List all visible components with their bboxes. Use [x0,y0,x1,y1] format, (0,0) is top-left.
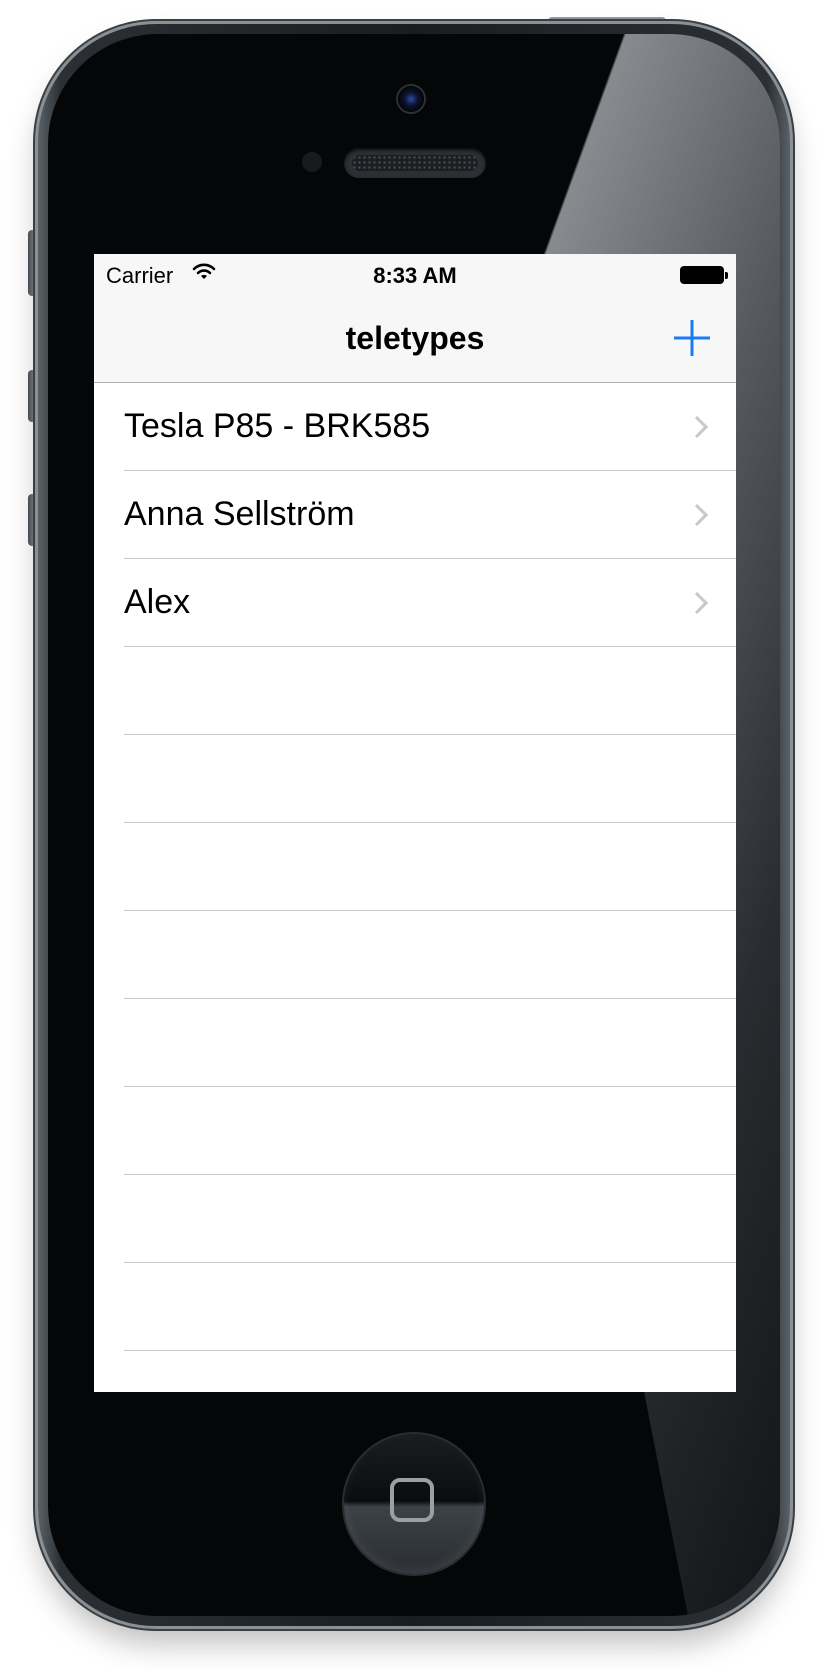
earpiece-speaker [344,148,486,178]
plus-icon [674,320,710,356]
battery-icon [680,266,728,284]
status-bar: Carrier 8:33 AM [94,254,736,296]
list-item[interactable]: Tesla P85 - BRK585 [94,383,736,471]
home-button[interactable] [344,1434,484,1574]
home-square-icon [390,1478,434,1522]
list-item-label: Anna Sellström [124,495,355,533]
navigation-bar: teletypes [94,296,736,383]
list-item-label: Alex [124,583,191,621]
app-screen: Carrier 8:33 AM teletypes Tesla P85 - BR… [94,254,736,1392]
empty-row [94,1175,736,1263]
empty-row [94,911,736,999]
empty-row [94,1263,736,1351]
list-item-label: Tesla P85 - BRK585 [124,407,431,445]
teletype-list: Tesla P85 - BRK585 Anna Sellström Alex [94,383,736,1351]
list-item[interactable]: Alex [94,559,736,647]
list-item[interactable]: Anna Sellström [94,471,736,559]
add-button[interactable] [670,316,714,360]
proximity-sensor [302,152,322,172]
chevron-right-icon [694,415,708,439]
empty-row [94,823,736,911]
empty-row [94,1087,736,1175]
chevron-right-icon [694,591,708,615]
empty-row [94,647,736,735]
chevron-right-icon [694,503,708,527]
empty-row [94,735,736,823]
page-title: teletypes [345,320,485,356]
front-camera [398,86,424,112]
empty-row [94,999,736,1087]
status-time: 8:33 AM [373,263,457,288]
